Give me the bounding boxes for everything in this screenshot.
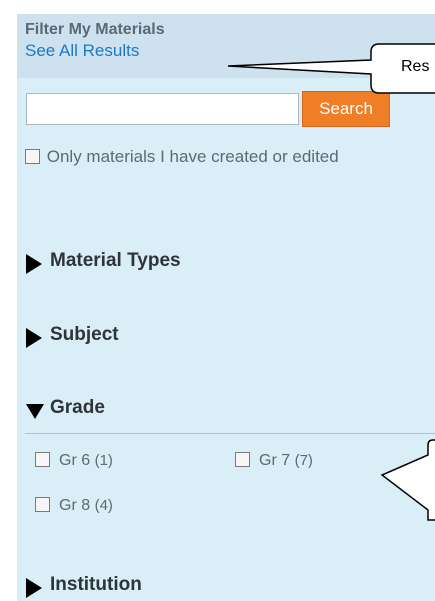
- callout-overlay: [227, 43, 435, 521]
- callout-text: Res: [401, 58, 430, 75]
- callout-bubble-bottom: [380, 439, 435, 521]
